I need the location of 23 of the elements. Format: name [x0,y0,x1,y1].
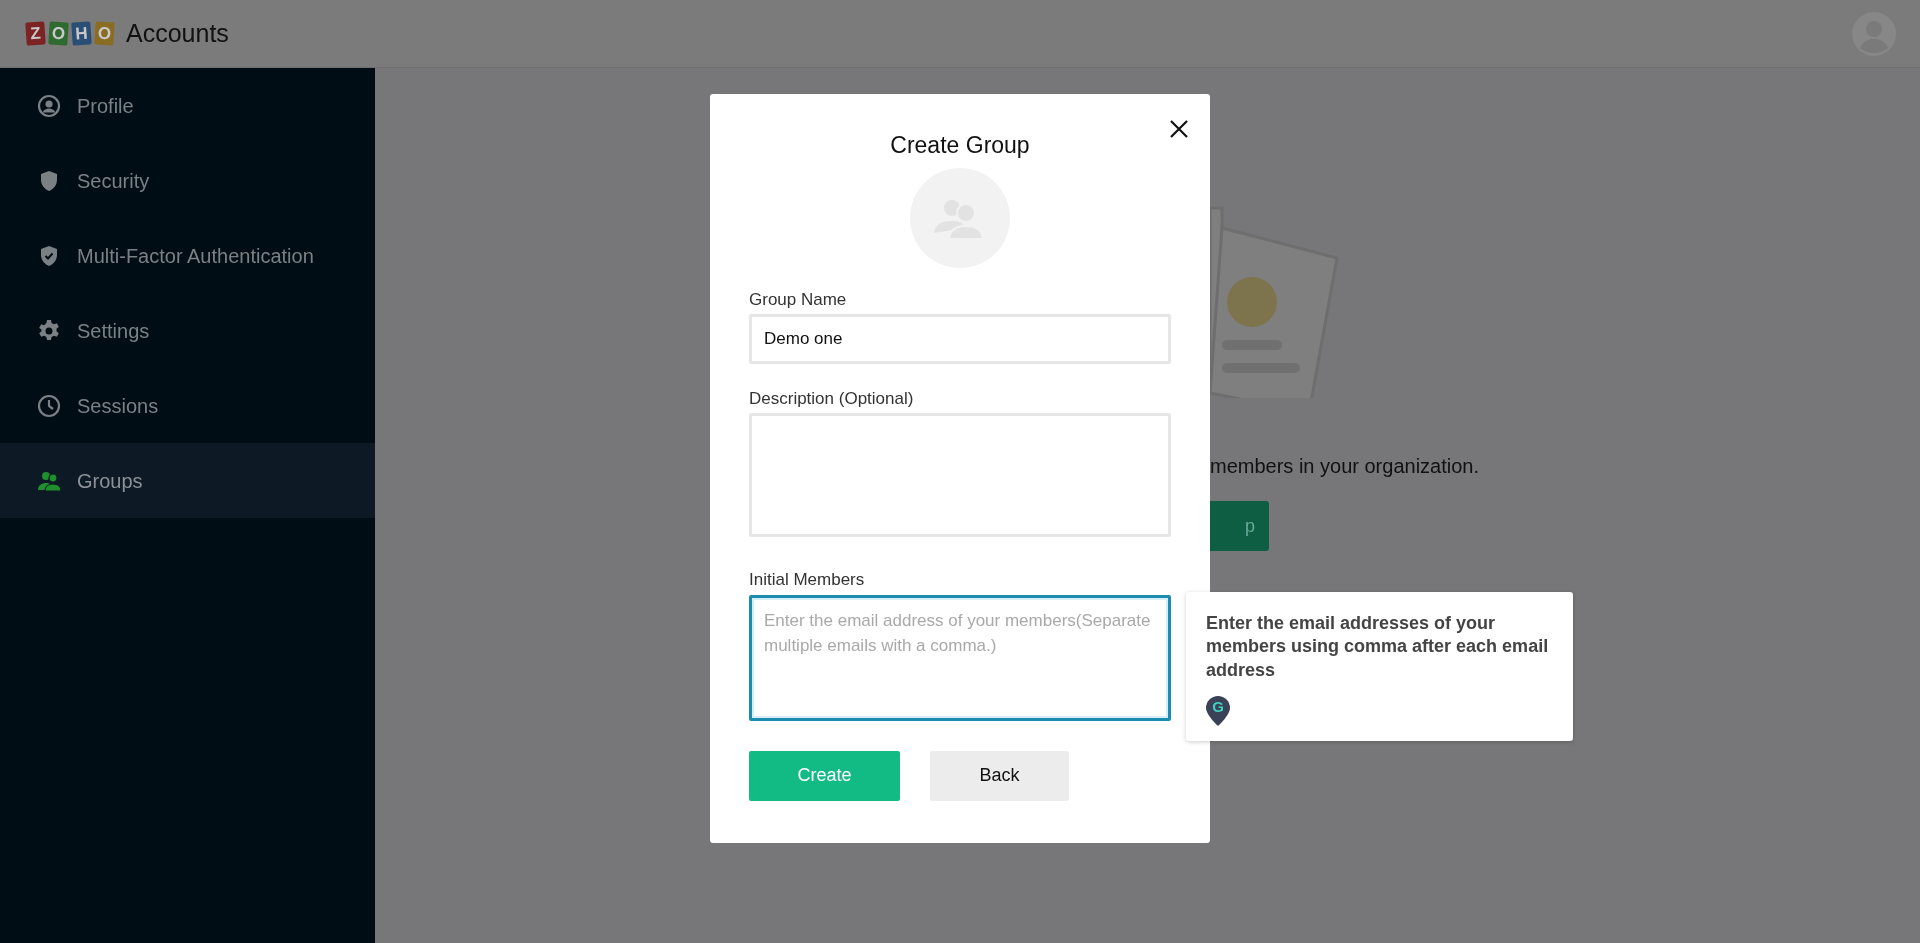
dialog-title: Create Group [889,132,1031,160]
settings-icon [37,318,61,343]
sidebar-item[interactable]: Security [0,143,375,218]
profile-icon [37,93,61,118]
sidebar-item[interactable]: Multi-Factor Authentication [0,218,375,293]
input-field[interactable]: Demo one [749,314,1171,364]
sidebar-item[interactable]: Settings [0,293,375,368]
app-title: Accounts [126,17,229,49]
page-message: members in your organization. [1210,454,1480,479]
logo: Z O H O [26,22,114,45]
sidebar-item[interactable]: Profile [0,68,375,143]
clock-icon [37,393,61,418]
back-button[interactable]: Back [930,750,1069,801]
text-area[interactable]: Enter the email address of your members(Separate multiple emails with a comma.) [749,594,1171,721]
pin-icon: G [1206,696,1230,727]
field-label: Description (Optional) [749,389,915,410]
field-label: Group Name [749,289,848,310]
sidebar-item[interactable]: Sessions [0,368,375,443]
create-button[interactable]: Create [749,750,900,801]
field-label: Initial Members [749,570,866,591]
sidebar-item[interactable]: Groups [0,443,375,518]
create-group-button[interactable]: p [1210,501,1269,551]
tooltip-text: Enter the email addresses of your members using comma after each email address [1206,612,1550,682]
